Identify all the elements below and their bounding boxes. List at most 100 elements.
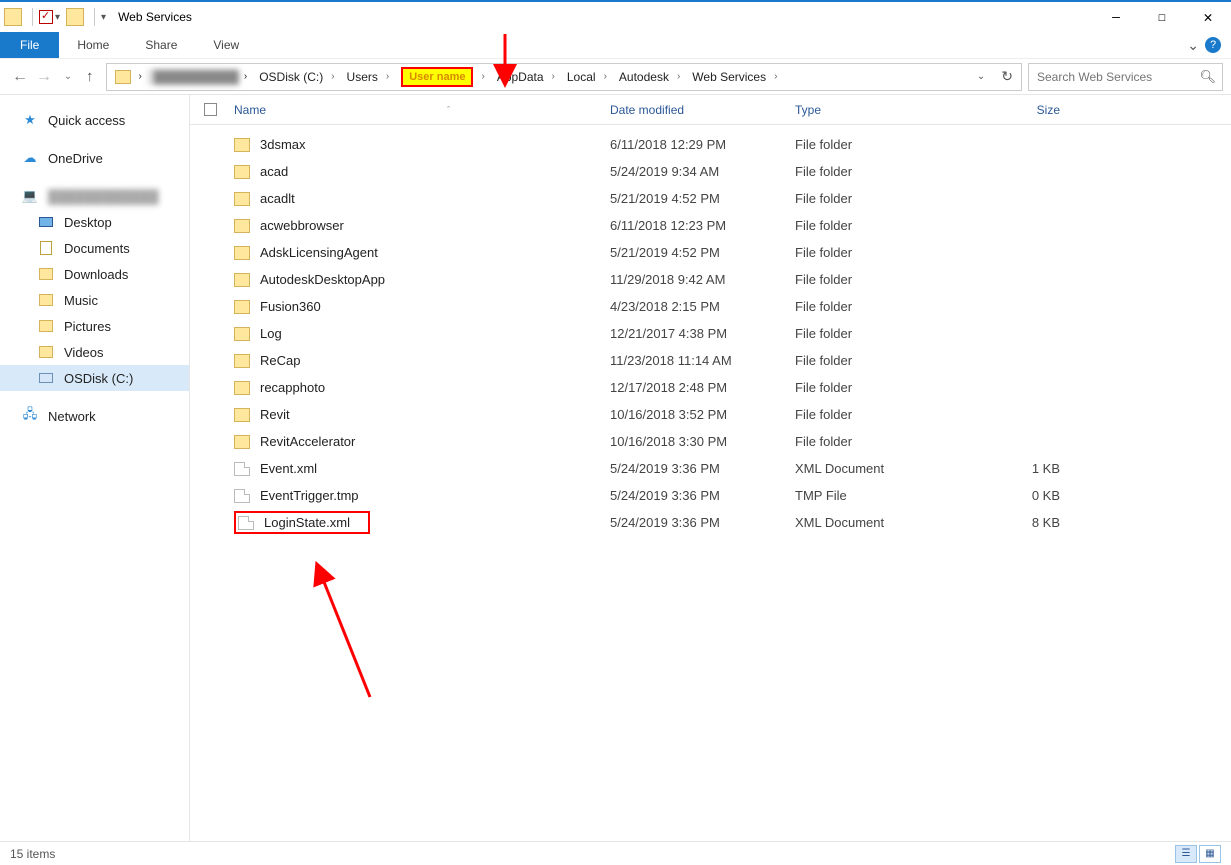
file-date: 6/11/2018 12:29 PM <box>610 137 795 152</box>
sidebar-downloads[interactable]: Downloads <box>0 261 189 287</box>
crumb-osdisk[interactable]: OSDisk (C:)› <box>253 70 340 84</box>
crumb-root[interactable]: › <box>133 71 148 82</box>
crumb-username[interactable]: User name› <box>395 67 491 87</box>
sidebar-network[interactable]: 🖧Network <box>0 403 189 429</box>
sidebar-pictures[interactable]: Pictures <box>0 313 189 339</box>
folder-icon <box>234 219 250 233</box>
sidebar-quick-access[interactable]: ★Quick access <box>0 107 189 133</box>
file-row[interactable]: RevitAccelerator10/16/2018 3:30 PMFile f… <box>190 428 1231 455</box>
file-icon <box>234 489 250 503</box>
file-date: 5/21/2019 4:52 PM <box>610 191 795 206</box>
file-type: File folder <box>795 299 980 314</box>
file-row[interactable]: Event.xml5/24/2019 3:36 PMXML Document1 … <box>190 455 1231 482</box>
help-button[interactable]: ? <box>1205 37 1221 53</box>
file-row[interactable]: Revit10/16/2018 3:52 PMFile folder <box>190 401 1231 428</box>
folder-icon <box>66 8 84 26</box>
file-size: 0 KB <box>980 488 1100 503</box>
recent-locations-icon[interactable]: ⌄ <box>56 71 80 82</box>
crumb-appdata[interactable]: AppData› <box>491 70 561 84</box>
file-name: AutodeskDesktopApp <box>260 272 385 287</box>
file-row[interactable]: acwebbrowser6/11/2018 12:23 PMFile folde… <box>190 212 1231 239</box>
address-bar[interactable]: › ██████████ › OSDisk (C:)› Users› User … <box>106 63 1023 91</box>
column-size[interactable]: Size <box>980 103 1100 117</box>
sidebar-onedrive[interactable]: ☁OneDrive <box>0 145 189 171</box>
file-date: 12/21/2017 4:38 PM <box>610 326 795 341</box>
details-view-button[interactable]: ☰ <box>1175 845 1197 863</box>
file-row[interactable]: ReCap11/23/2018 11:14 AMFile folder <box>190 347 1231 374</box>
folder-icon <box>234 435 250 449</box>
sidebar-videos[interactable]: Videos <box>0 339 189 365</box>
crumb-local[interactable]: Local› <box>561 70 613 84</box>
file-type: XML Document <box>795 515 980 530</box>
file-row[interactable]: AutodeskDesktopApp11/29/2018 9:42 AMFile… <box>190 266 1231 293</box>
file-name: AdskLicensingAgent <box>260 245 378 260</box>
icons-view-button[interactable]: ▦ <box>1199 845 1221 863</box>
sidebar-desktop[interactable]: Desktop <box>0 209 189 235</box>
refresh-button[interactable]: ↻ <box>993 68 1021 85</box>
qat-dropdown-icon[interactable]: ▾ <box>55 12 60 23</box>
search-input[interactable] <box>1035 69 1199 85</box>
file-name: recapphoto <box>260 380 325 395</box>
pc-icon: 💻 <box>22 188 38 204</box>
column-headers: Nameˆ Date modified Type Size <box>190 95 1231 125</box>
folder-icon <box>234 381 250 395</box>
file-date: 5/21/2019 4:52 PM <box>610 245 795 260</box>
crumb-autodesk[interactable]: Autodesk› <box>613 70 686 84</box>
share-tab[interactable]: Share <box>127 33 195 57</box>
ribbon-minimize-icon[interactable]: ⌄ <box>1187 37 1199 54</box>
crumb-chevron[interactable]: › <box>238 71 253 82</box>
file-row[interactable]: 3dsmax6/11/2018 12:29 PMFile folder <box>190 131 1231 158</box>
file-row[interactable]: acad5/24/2019 9:34 AMFile folder <box>190 158 1231 185</box>
file-type: File folder <box>795 272 980 287</box>
file-row[interactable]: acadlt5/21/2019 4:52 PMFile folder <box>190 185 1231 212</box>
folder-icon <box>234 246 250 260</box>
file-list[interactable]: 3dsmax6/11/2018 12:29 PMFile folderacad5… <box>190 125 1231 841</box>
view-tab[interactable]: View <box>195 33 257 57</box>
file-row[interactable]: Fusion3604/23/2018 2:15 PMFile folder <box>190 293 1231 320</box>
file-type: File folder <box>795 407 980 422</box>
file-name: LoginState.xml <box>264 515 350 530</box>
forward-button[interactable]: → <box>32 68 56 86</box>
file-date: 5/24/2019 9:34 AM <box>610 164 795 179</box>
address-dropdown-icon[interactable]: ⌄ <box>969 71 993 82</box>
music-icon <box>38 292 54 308</box>
folder-icon <box>234 192 250 206</box>
crumb-webservices[interactable]: Web Services› <box>686 70 783 84</box>
file-menu[interactable]: File <box>0 32 59 58</box>
crumb-users[interactable]: Users› <box>341 70 396 84</box>
sidebar-osdisk[interactable]: OSDisk (C:) <box>0 365 189 391</box>
star-icon: ★ <box>22 112 38 128</box>
file-row[interactable]: recapphoto12/17/2018 2:48 PMFile folder <box>190 374 1231 401</box>
maximize-button[interactable]: ☐ <box>1139 2 1185 32</box>
search-box[interactable]: 🔍︎ <box>1028 63 1223 91</box>
search-icon[interactable]: 🔍︎ <box>1199 69 1216 85</box>
sidebar-documents[interactable]: Documents <box>0 235 189 261</box>
file-row[interactable]: EventTrigger.tmp5/24/2019 3:36 PMTMP Fil… <box>190 482 1231 509</box>
column-name[interactable]: Nameˆ <box>230 103 610 117</box>
column-type[interactable]: Type <box>795 103 980 117</box>
file-row[interactable]: AdskLicensingAgent5/21/2019 4:52 PMFile … <box>190 239 1231 266</box>
disk-icon <box>38 370 54 386</box>
file-date: 10/16/2018 3:30 PM <box>610 434 795 449</box>
file-date: 4/23/2018 2:15 PM <box>610 299 795 314</box>
file-row[interactable]: LoginState.xml5/24/2019 3:36 PMXML Docum… <box>190 509 1231 536</box>
qat-customize-icon[interactable]: ▾ <box>101 12 106 23</box>
sidebar-music[interactable]: Music <box>0 287 189 313</box>
up-button[interactable]: ↑ <box>86 68 94 85</box>
file-type: File folder <box>795 353 980 368</box>
file-size: 1 KB <box>980 461 1100 476</box>
file-list-pane: Nameˆ Date modified Type Size 3dsmax6/11… <box>190 95 1231 841</box>
select-all-checkbox[interactable] <box>190 103 230 116</box>
minimize-button[interactable]: — <box>1093 2 1139 32</box>
back-button[interactable]: ← <box>8 68 32 86</box>
home-tab[interactable]: Home <box>59 33 127 57</box>
close-button[interactable]: ✕ <box>1185 2 1231 32</box>
folder-icon <box>4 8 22 26</box>
column-date[interactable]: Date modified <box>610 103 795 117</box>
file-type: File folder <box>795 218 980 233</box>
sidebar-this-pc[interactable]: 💻████████████ <box>0 183 189 209</box>
status-bar: 15 items ☰ ▦ <box>0 841 1231 865</box>
qat-properties-icon[interactable] <box>39 10 53 24</box>
file-row[interactable]: Log12/21/2017 4:38 PMFile folder <box>190 320 1231 347</box>
crumb-censored[interactable]: ██████████ <box>148 69 238 85</box>
